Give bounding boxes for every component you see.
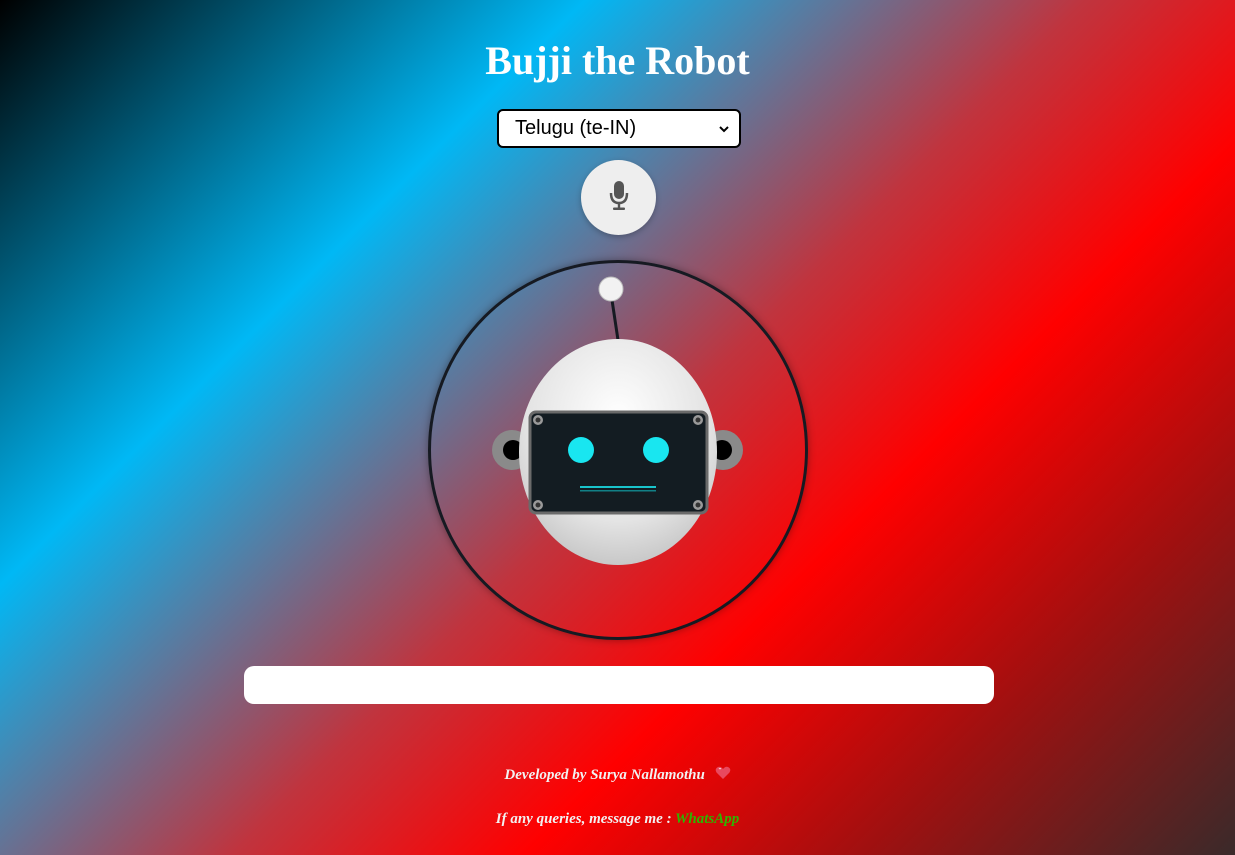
language-select-value: Telugu (te-IN) bbox=[515, 117, 637, 139]
language-select[interactable]: Telugu (te-IN) bbox=[497, 109, 741, 148]
mic-button[interactable] bbox=[581, 160, 656, 235]
antenna-stem bbox=[610, 299, 620, 341]
developed-by-text: Developed by Surya Nallamothu bbox=[504, 767, 705, 783]
speech-output-box bbox=[244, 666, 994, 704]
right-eye bbox=[643, 437, 669, 463]
footer-contact: If any queries, message me : WhatsApp bbox=[0, 809, 1235, 829]
robot-face-illustration[interactable] bbox=[428, 260, 808, 640]
footer-credit: Developed by Surya Nallamothu bbox=[0, 765, 1235, 785]
queries-text: If any queries, message me : bbox=[495, 811, 672, 827]
robot-mouth bbox=[580, 486, 656, 488]
whatsapp-link[interactable]: WhatsApp bbox=[675, 811, 739, 827]
antenna-ball bbox=[598, 276, 624, 302]
robot-visor bbox=[528, 410, 709, 515]
left-eye bbox=[568, 437, 594, 463]
microphone-icon bbox=[609, 180, 629, 215]
page-title: Bujji the Robot bbox=[485, 38, 750, 83]
heart-icon bbox=[715, 766, 731, 780]
chevron-down-icon bbox=[719, 124, 729, 134]
page: Bujji the Robot Telugu (te-IN) Developed… bbox=[0, 0, 1235, 855]
